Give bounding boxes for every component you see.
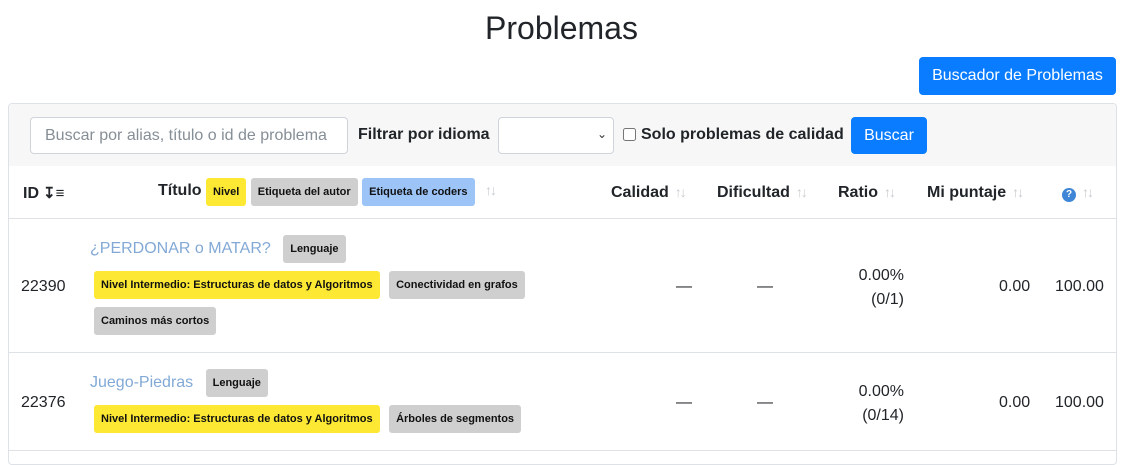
sort-icon[interactable]: ↑↓ [485,182,497,198]
header-my-score-label: Mi puntaje [927,184,1007,201]
problem-title-link[interactable]: Juego-Piedras [90,374,193,391]
header-points[interactable]: ? ↑↓ [1062,184,1094,202]
problems-card: Filtrar por idioma ⌄ Solo problemas de c… [8,103,1117,465]
filter-bar: Filtrar por idioma ⌄ Solo problemas de c… [9,104,1116,166]
author-tag-badge[interactable]: Conectividad en grafos [389,271,525,299]
points-value: 100.00 [1055,394,1104,411]
header-quality[interactable]: Calidad ↑↓ [611,184,687,202]
level-legend-badge: Nivel [206,178,247,206]
table-header: ID ↧≡ Título Nivel Etiqueta del autor Eti… [9,166,1116,219]
problem-finder-button[interactable]: Buscador de Problemas [919,57,1116,95]
sort-icon[interactable]: ↑↓ [884,184,896,200]
problem-id: 22376 [21,394,66,411]
ratio-percent: 0.00% [858,383,904,400]
language-filter-label: Filtrar por idioma [358,126,490,143]
table-row: 22390 ¿PERDONAR o MATAR? Lenguaje Nivel … [9,219,1116,353]
sort-icon[interactable]: ↑↓ [1012,184,1024,200]
header-ratio-label: Ratio [838,184,878,201]
author-tag-badge[interactable]: Lenguaje [283,235,346,263]
difficulty-value: — [757,394,773,411]
header-title[interactable]: Título Nivel Etiqueta del autor Etiqueta… [158,178,497,206]
quality-only-label[interactable]: Solo problemas de calidad [641,126,844,144]
ratio-cell: 0.00% (0/1) [859,264,904,312]
ratio-cell: 0.00% (0/14) [859,380,904,428]
author-tag-badge[interactable]: Caminos más cortos [94,307,217,335]
page-title: Problemas [485,10,638,46]
level-tag-badge[interactable]: Nivel Intermedio: Estructuras de datos y… [94,271,380,299]
author-tag-legend-badge: Etiqueta del autor [250,178,358,206]
coders-tag-legend-badge: Etiqueta de coders [362,178,475,206]
my-score-value: 0.00 [999,394,1031,411]
language-select[interactable]: ⌄ [498,117,614,154]
my-score-value: 0.00 [999,278,1031,295]
difficulty-value: — [757,278,773,295]
author-tag-badge[interactable]: Lenguaje [205,369,268,397]
chevron-down-icon: ⌄ [596,127,607,141]
sort-desc-icon[interactable]: ↧≡ [43,185,64,202]
level-tag-badge[interactable]: Nivel Intermedio: Estructuras de datos y… [94,405,380,433]
ratio-percent: 0.00% [858,267,904,284]
table-row: 22376 Juego-Piedras Lenguaje Nivel Inter… [9,353,1116,451]
header-id-label: ID [23,185,39,202]
author-tag-badge[interactable]: Árboles de segmentos [389,405,522,433]
header-my-score[interactable]: Mi puntaje ↑↓ [927,184,1024,202]
problem-title-link[interactable]: ¿PERDONAR o MATAR? [90,240,271,257]
search-input[interactable] [30,117,348,154]
ratio-detail: (0/14) [862,407,904,424]
sort-icon[interactable]: ↑↓ [675,184,687,200]
quality-only-checkbox[interactable] [623,128,636,141]
header-ratio[interactable]: Ratio ↑↓ [838,184,896,202]
header-title-label: Título [158,182,202,199]
problem-id: 22390 [21,278,66,295]
search-button[interactable]: Buscar [851,117,927,154]
help-icon[interactable]: ? [1062,188,1076,202]
header-difficulty[interactable]: Dificultad ↑↓ [717,184,808,202]
header-id[interactable]: ID ↧≡ [23,184,64,203]
sort-icon[interactable]: ↑↓ [796,184,808,200]
header-quality-label: Calidad [611,184,669,201]
quality-value: — [676,394,692,411]
points-value: 100.00 [1055,278,1104,295]
sort-icon[interactable]: ↑↓ [1082,184,1094,200]
header-difficulty-label: Dificultad [717,184,790,201]
quality-value: — [676,278,692,295]
ratio-detail: (0/1) [871,291,904,308]
